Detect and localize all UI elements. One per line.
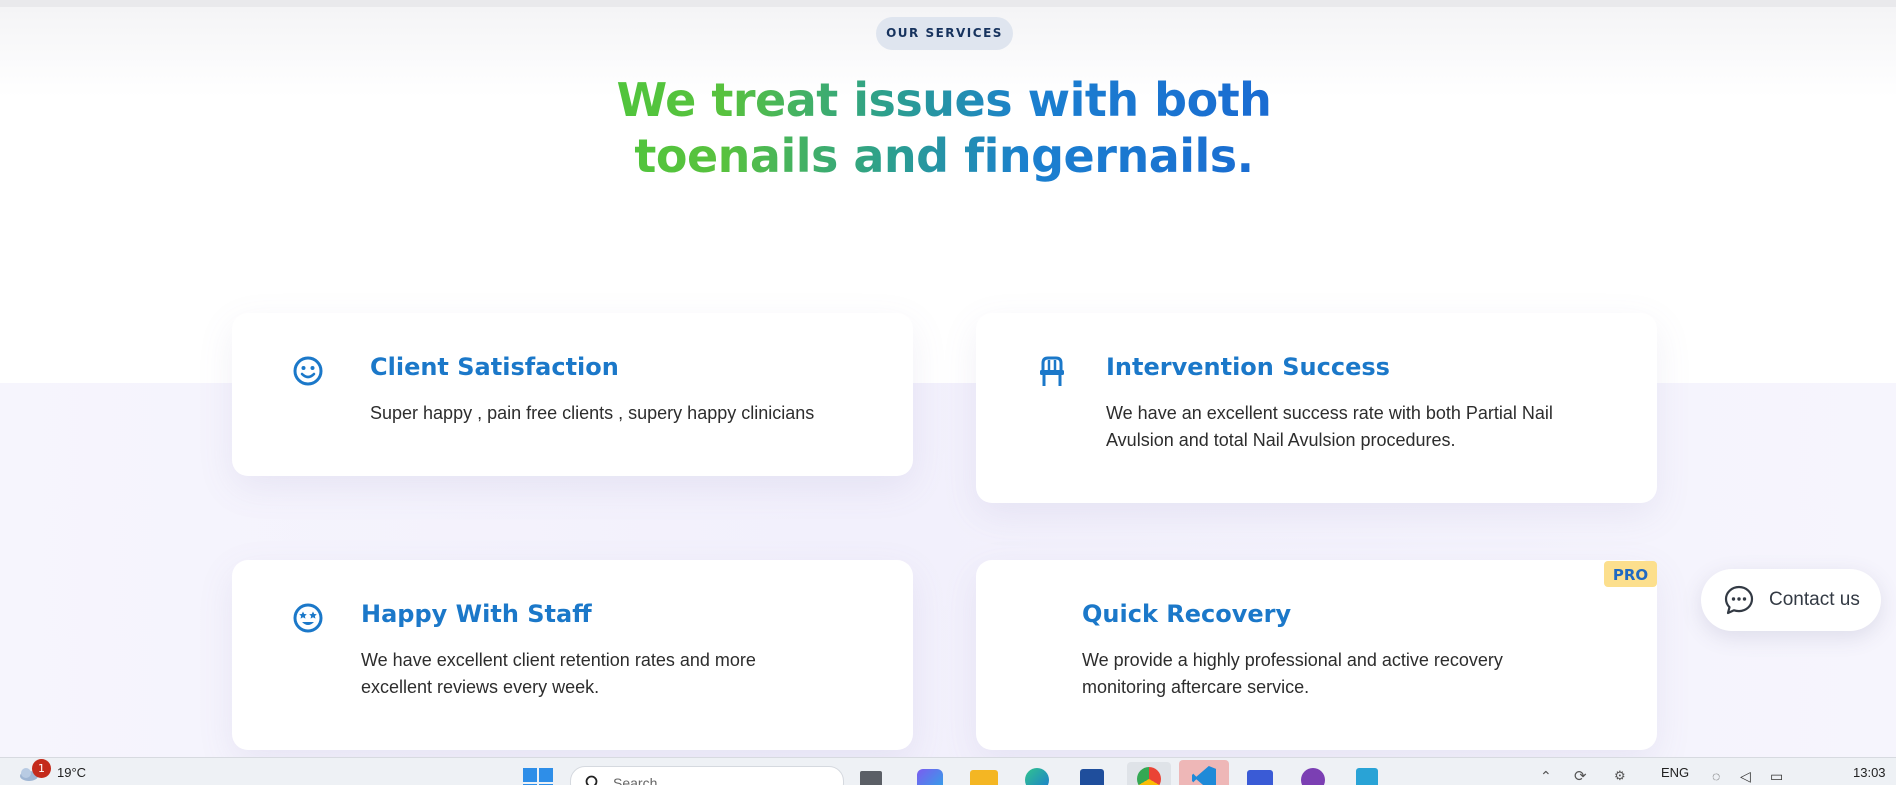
powershell-icon[interactable] <box>1247 770 1273 785</box>
chair-icon <box>1038 356 1066 388</box>
clock-time[interactable]: 13:03 <box>1853 765 1886 780</box>
store-icon[interactable] <box>1080 769 1104 785</box>
weather-notification-badge: 1 <box>32 759 51 778</box>
volume-icon[interactable]: ◁ <box>1740 768 1751 785</box>
vscode-taskbar-button[interactable] <box>1179 760 1229 785</box>
sync-icon[interactable]: ⟳ <box>1574 767 1587 785</box>
service-card-happy-with-staff: Happy With Staff We have excellent clien… <box>232 560 913 750</box>
taskbar-search-box[interactable]: Search <box>570 766 844 785</box>
copilot-icon[interactable] <box>917 769 943 785</box>
vscode-icon <box>1192 766 1216 785</box>
service-description: We have excellent client retention rates… <box>361 647 831 701</box>
service-title: Happy With Staff <box>361 600 592 628</box>
battery-icon[interactable]: ▭ <box>1770 768 1783 785</box>
star-eyes-smile-icon <box>292 602 324 634</box>
weather-temperature: 19°C <box>57 765 86 780</box>
contact-us-button[interactable]: Contact us <box>1701 569 1881 631</box>
pro-badge: PRO <box>1604 561 1657 587</box>
language-indicator[interactable]: ENG <box>1661 765 1689 780</box>
section-badge: OUR SERVICES <box>876 17 1013 50</box>
service-title: Client Satisfaction <box>370 353 619 381</box>
os-taskbar: 1 19°C Search ⌃ ⟳ ⚙ ENG ◌ ◁ ▭ 13:03 <box>0 757 1896 785</box>
service-description: We provide a highly professional and act… <box>1082 647 1552 701</box>
contact-us-label: Contact us <box>1769 589 1860 611</box>
chrome-taskbar-button[interactable] <box>1127 762 1171 785</box>
service-card-quick-recovery: Quick Recovery We provide a highly profe… <box>976 560 1657 750</box>
service-card-client-satisfaction: Client Satisfaction Super happy , pain f… <box>232 313 913 476</box>
service-title: Intervention Success <box>1106 353 1390 381</box>
tray-chevron-icon[interactable]: ⌃ <box>1540 768 1552 785</box>
browser-top-edge <box>0 0 1896 7</box>
chat-bubble-icon <box>1723 584 1755 616</box>
tray-app-icon[interactable]: ⚙ <box>1614 768 1626 784</box>
chrome-icon <box>1137 767 1161 785</box>
service-card-intervention-success: Intervention Success We have an excellen… <box>976 313 1657 503</box>
file-explorer-icon[interactable] <box>970 770 998 785</box>
edge-browser-icon[interactable] <box>1025 768 1049 785</box>
service-description: Super happy , pain free clients , supery… <box>370 400 870 427</box>
smile-icon <box>292 355 324 387</box>
service-title: Quick Recovery <box>1082 600 1291 628</box>
app-icon-purple[interactable] <box>1301 768 1325 785</box>
section-headline: We treat issues with both toenails and f… <box>600 72 1288 184</box>
network-icon[interactable]: ◌ <box>1712 768 1720 784</box>
task-view-icon[interactable] <box>860 771 882 785</box>
windows-start-icon[interactable] <box>523 768 553 785</box>
notepad-icon[interactable] <box>1356 768 1378 785</box>
service-description: We have an excellent success rate with b… <box>1106 400 1596 454</box>
